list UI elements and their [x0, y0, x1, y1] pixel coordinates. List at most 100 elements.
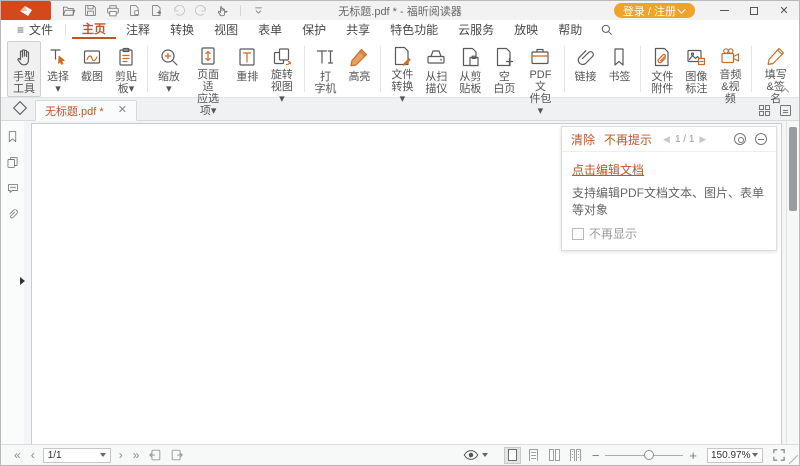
blank-page-button[interactable]: 空 白页 — [487, 41, 521, 97]
touch-mode-icon[interactable] — [215, 3, 230, 18]
status-bar: « ‹ 1/1 › » − + 150.97% — [1, 444, 799, 465]
document-tab[interactable]: 无标题.pdf * ✕ — [35, 100, 137, 121]
from-scanner-button[interactable]: 从扫 描仪 — [419, 41, 453, 97]
undo-icon[interactable] — [171, 3, 186, 18]
reflow-icon — [236, 45, 258, 69]
facing-continuous-view-button[interactable] — [567, 447, 584, 464]
sidebar-expand-handle[interactable] — [20, 277, 25, 285]
dont-show-checkbox-row[interactable]: 不再显示 — [572, 225, 766, 242]
hamburger-icon: ≡ — [17, 23, 24, 37]
foxit-logo[interactable] — [1, 1, 51, 20]
ribbon-divider — [640, 46, 641, 92]
bookmarks-panel-icon[interactable] — [5, 129, 20, 144]
zoom-level-input[interactable]: 150.97% — [707, 448, 763, 463]
tab-close-icon[interactable]: ✕ — [118, 105, 127, 116]
tab-convert[interactable]: 转换 — [160, 20, 204, 39]
zoom-slider-thumb[interactable] — [644, 450, 654, 460]
save-as-icon[interactable] — [127, 3, 142, 18]
facing-view-button[interactable] — [546, 447, 563, 464]
open-file-icon[interactable] — [61, 3, 76, 18]
hand-tool-button[interactable]: 手型 工具 — [7, 41, 41, 97]
image-annotation-label: 图像 标注 — [685, 71, 707, 95]
clipboard-button[interactable]: 剪贴 板▾ — [109, 41, 143, 97]
zoom-slider[interactable] — [605, 450, 683, 461]
comments-panel-icon[interactable] — [5, 181, 20, 196]
snapshot-button[interactable]: 截图 — [75, 41, 109, 97]
print-icon[interactable] — [105, 3, 120, 18]
assistive-view-button[interactable] — [463, 449, 492, 461]
maximize-button[interactable] — [739, 1, 769, 20]
first-page-icon[interactable]: « — [9, 449, 26, 461]
convert-button[interactable]: 文件 转换▾ — [385, 41, 419, 97]
switch-tab-icon[interactable] — [780, 105, 791, 116]
audio-video-button[interactable]: 音频 &视频 — [713, 41, 747, 97]
single-page-view-button[interactable] — [504, 447, 521, 464]
from-clipboard-button[interactable]: 从剪 贴板 — [453, 41, 487, 97]
tab-protect[interactable]: 保护 — [292, 20, 336, 39]
tab-share[interactable]: 共享 — [336, 20, 380, 39]
tab-present[interactable]: 放映 — [504, 20, 548, 39]
page-number-input[interactable]: 1/1 — [43, 448, 111, 463]
continuous-view-button[interactable] — [525, 447, 542, 464]
close-button[interactable]: ✕ — [769, 1, 799, 20]
customize-toolbar-icon[interactable] — [251, 3, 266, 18]
fill-sign-button[interactable]: 填写 &签名 — [756, 41, 795, 97]
clear-button[interactable]: 清除 — [571, 131, 595, 148]
vertical-scrollbar[interactable] — [786, 121, 799, 444]
previous-page-icon[interactable]: ‹ — [26, 449, 40, 461]
zoom-dropdown-icon[interactable] — [752, 453, 758, 457]
last-page-icon[interactable]: » — [128, 449, 145, 461]
tab-cloud[interactable]: 云服务 — [448, 20, 504, 39]
zoom-label: 缩放 ▾ — [158, 71, 180, 95]
select-button[interactable]: 选择 ▾ — [41, 41, 75, 97]
attachments-panel-icon[interactable] — [5, 207, 20, 222]
scrollbar-thumb[interactable] — [789, 127, 797, 211]
file-attachment-button[interactable]: 文件 附件 — [645, 41, 679, 97]
redo-icon[interactable] — [193, 3, 208, 18]
next-view-icon[interactable] — [170, 448, 184, 462]
rotate-view-label: 旋转 视图▾ — [270, 69, 293, 105]
tab-comment[interactable]: 注释 — [116, 20, 160, 39]
panel-collapse-icon[interactable] — [755, 133, 767, 145]
highlight-button[interactable]: 高亮 — [342, 41, 376, 97]
file-menu[interactable]: ≡ 文件 — [11, 20, 59, 39]
reflow-button[interactable]: 重排 — [230, 41, 264, 97]
link-button[interactable]: 链接 — [568, 41, 602, 97]
pages-panel-icon[interactable] — [5, 155, 20, 170]
next-page-icon[interactable]: › — [114, 449, 128, 461]
collapse-ribbon-icon[interactable] — [781, 86, 789, 94]
bookmark-button[interactable]: 书签 — [602, 41, 636, 97]
panel-settings-icon[interactable] — [734, 133, 746, 145]
edit-document-link[interactable]: 点击编辑文档 — [572, 161, 644, 178]
new-document-icon[interactable] — [149, 3, 164, 18]
tab-help[interactable]: 帮助 — [548, 20, 592, 39]
fit-page-button[interactable]: 页面适 应选项▾ — [186, 41, 230, 97]
panel-next-icon[interactable]: ▶ — [699, 134, 706, 145]
dont-show-checkbox[interactable] — [572, 228, 584, 240]
save-icon[interactable] — [83, 3, 98, 18]
start-page-button[interactable] — [9, 97, 31, 119]
rotate-view-button[interactable]: 旋转 视图▾ — [264, 41, 299, 97]
image-annotation-button[interactable]: 图像 标注 — [679, 41, 713, 97]
page-dropdown-icon[interactable] — [100, 453, 106, 457]
pdf-portfolio-button[interactable]: PDF文 件包▾ — [521, 41, 559, 97]
search-button[interactable] — [592, 20, 621, 39]
document-area: 清除 不再提示 ◀ 1 / 1 ▶ 点击编辑文档 支持编辑PDF文档文本、图片、… — [1, 121, 799, 444]
zoom-in-button[interactable]: + — [683, 449, 703, 462]
tab-home[interactable]: 主页 — [72, 20, 116, 39]
dont-remind-button[interactable]: 不再提示 — [604, 131, 652, 148]
typewriter-button[interactable]: 打 字机 — [308, 41, 342, 97]
panel-prev-icon[interactable]: ◀ — [663, 134, 670, 145]
login-register-button[interactable]: 登录 / 注册 — [614, 3, 695, 18]
tab-form[interactable]: 表单 — [248, 20, 292, 39]
zoom-out-button[interactable]: − — [586, 449, 606, 462]
title-bar: 无标题.pdf * - 福昕阅读器 登录 / 注册 ✕ — [1, 1, 799, 20]
minimize-button[interactable] — [709, 1, 739, 20]
tab-features[interactable]: 特色功能 — [380, 20, 448, 39]
resize-grip[interactable] — [788, 454, 798, 464]
tab-grid-view-icon[interactable] — [759, 105, 770, 116]
tab-view[interactable]: 视图 — [204, 20, 248, 39]
previous-view-icon[interactable] — [148, 448, 162, 462]
zoom-button[interactable]: 缩放 ▾ — [152, 41, 186, 97]
fullscreen-icon[interactable] — [773, 449, 785, 461]
